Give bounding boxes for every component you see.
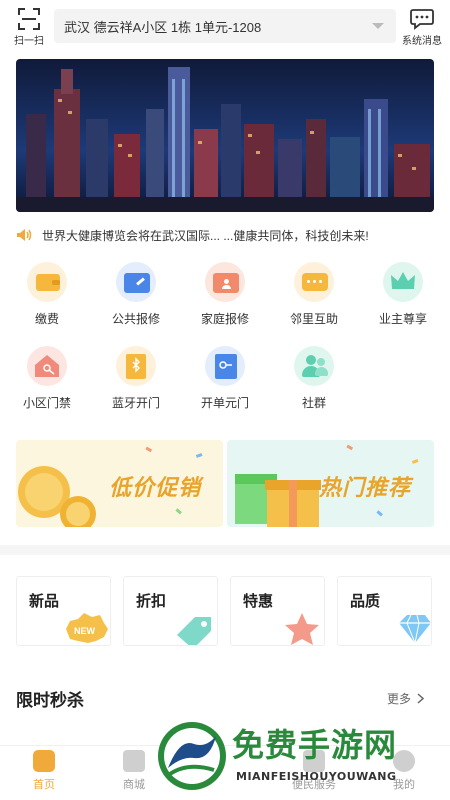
- flash-sale-more-link[interactable]: 更多: [387, 690, 425, 707]
- function-label: 开单元门: [200, 396, 249, 410]
- category-quality[interactable]: 品质: [337, 576, 432, 646]
- system-message-button[interactable]: 系统消息: [398, 8, 446, 47]
- new-badge-icon: NEW: [66, 613, 108, 643]
- wallet-icon: [27, 262, 67, 302]
- function-owner-vip[interactable]: 业主尊享: [368, 262, 438, 327]
- notice-bar[interactable]: 世界大健康博览会将在武汉国际... ...健康共同体，科技创未来!: [16, 226, 436, 244]
- watermark-title: 免费手游网: [232, 726, 398, 764]
- category-label: 新品: [29, 593, 60, 610]
- more-label: 更多: [387, 692, 412, 706]
- scan-label: 扫一扫: [14, 36, 44, 47]
- function-home-repair[interactable]: 家庭报修: [190, 262, 260, 327]
- speaker-icon: [17, 229, 32, 241]
- promo-text: 低价促销: [109, 475, 202, 500]
- promo-text: 热门推荐: [319, 475, 412, 500]
- function-label: 蓝牙开门: [111, 396, 160, 410]
- function-access-control[interactable]: 小区门禁: [12, 346, 82, 411]
- top-bar: 扫一扫 武汉 德云祥A小区 1栋 1单元-1208 系统消息: [0, 0, 450, 54]
- category-label: 折扣: [136, 593, 167, 610]
- category-discount[interactable]: 折扣: [123, 576, 218, 646]
- function-label: 公共报修: [111, 312, 160, 326]
- chevron-right-icon: [417, 693, 425, 704]
- flash-sale-title: 限时秒杀: [16, 691, 84, 710]
- promo-low-price[interactable]: 低价促销: [16, 440, 223, 527]
- city-night-image: [16, 59, 434, 212]
- section-divider: [0, 545, 450, 555]
- new-badge-text: NEW: [74, 626, 96, 636]
- tab-home[interactable]: 首页: [14, 750, 74, 792]
- price-tag-icon: [177, 617, 211, 645]
- function-label: 小区门禁: [22, 396, 71, 410]
- function-neighbor-help[interactable]: 邻里互助: [279, 262, 349, 327]
- function-label: 业主尊享: [378, 312, 427, 326]
- message-icon: [410, 9, 434, 30]
- scan-icon: [18, 8, 40, 30]
- diamond-icon: [399, 614, 431, 645]
- chevron-down-icon: [372, 23, 384, 29]
- function-public-repair[interactable]: 公共报修: [101, 262, 171, 327]
- watermark-logo-icon: [158, 722, 226, 790]
- address-text: 武汉 德云祥A小区 1栋 1单元-1208: [64, 19, 262, 35]
- chat-bubble-icon: [294, 262, 334, 302]
- bluetooth-door-icon: [116, 346, 156, 386]
- category-new[interactable]: 新品 NEW: [16, 576, 111, 646]
- unit-door-key-icon: [205, 346, 245, 386]
- watermark-subtitle: MIANFEISHOUYOUWANG: [236, 770, 397, 783]
- function-label: 家庭报修: [200, 312, 249, 326]
- promo-hot[interactable]: 热门推荐: [227, 440, 434, 527]
- folder-person-icon: [205, 262, 245, 302]
- site-watermark: 免费手游网 MIANFEISHOUYOUWANG: [152, 716, 442, 798]
- function-payment[interactable]: 缴费: [12, 262, 82, 327]
- tab-label: 首页: [33, 779, 55, 791]
- function-label: 邻里互助: [289, 312, 338, 326]
- community-icon: [294, 346, 334, 386]
- crown-icon: [383, 262, 423, 302]
- category-label: 品质: [350, 593, 381, 610]
- address-selector[interactable]: 武汉 德云祥A小区 1栋 1单元-1208: [54, 9, 396, 43]
- notice-text: 世界大健康博览会将在武汉国际... ...健康共同体，科技创未来!: [42, 228, 369, 243]
- home-icon: [33, 750, 55, 772]
- folder-wrench-icon: [116, 262, 156, 302]
- function-label: 社群: [301, 396, 326, 410]
- function-community[interactable]: 社群: [279, 346, 349, 411]
- function-label: 缴费: [34, 312, 59, 326]
- category-special[interactable]: 特惠: [230, 576, 325, 646]
- category-label: 特惠: [243, 593, 274, 610]
- function-unit-door[interactable]: 开单元门: [190, 346, 260, 411]
- scan-button[interactable]: 扫一扫: [10, 8, 48, 47]
- city-banner[interactable]: [16, 59, 434, 212]
- message-label: 系统消息: [402, 36, 442, 47]
- shop-icon: [123, 750, 145, 772]
- house-key-icon: [27, 346, 67, 386]
- function-bluetooth-door[interactable]: 蓝牙开门: [101, 346, 171, 411]
- star-icon: [285, 613, 319, 645]
